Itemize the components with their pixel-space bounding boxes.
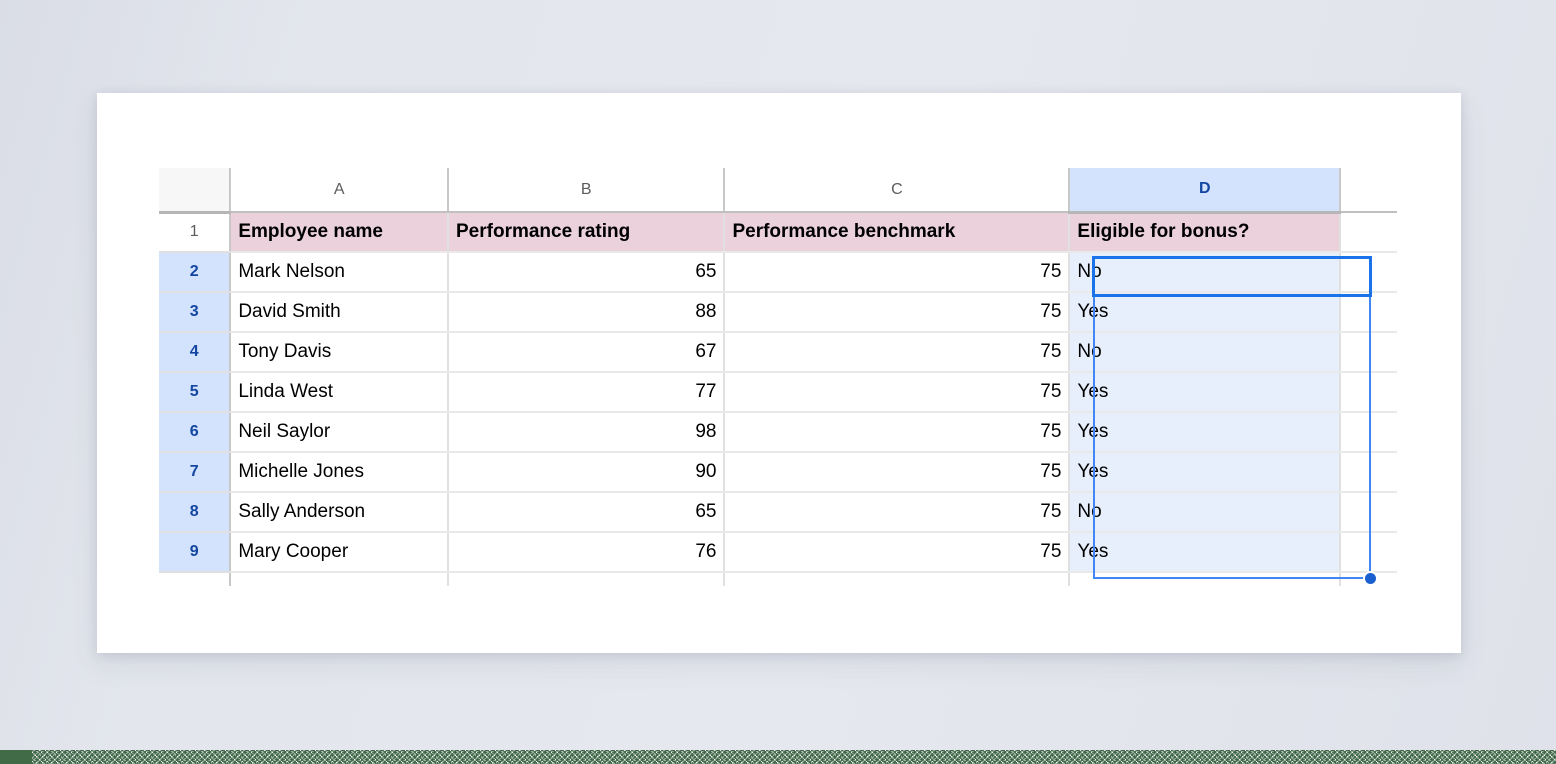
cell-e9[interactable] [1340,532,1397,573]
column-header-row: A B C D [159,168,1397,214]
row-header-4[interactable]: 4 [159,332,232,373]
spreadsheet-table: A B C D 1 Employee name Performance rati… [159,168,1397,586]
table-row: 7 Michelle Jones 90 75 Yes [159,452,1397,493]
table-row-partial [159,572,1397,586]
cell-a9[interactable]: Mary Cooper [230,532,449,573]
column-header-d[interactable]: D [1069,168,1342,214]
cell-b1[interactable]: Performance rating [448,212,726,253]
cell-c10[interactable] [724,572,1071,586]
row-header-3[interactable]: 3 [159,292,232,333]
cell-e1[interactable] [1340,212,1397,253]
table-row: 3 David Smith 88 75 Yes [159,292,1397,333]
cell-c4[interactable]: 75 [724,332,1071,373]
cell-b3[interactable]: 88 [448,292,726,333]
cell-a5[interactable]: Linda West [230,372,449,413]
cell-e5[interactable] [1340,372,1397,413]
cell-a7[interactable]: Michelle Jones [230,452,449,493]
cell-c8[interactable]: 75 [724,492,1071,533]
row-header-10[interactable] [159,572,232,586]
table-row: 9 Mary Cooper 76 75 Yes [159,532,1397,573]
cell-c6[interactable]: 75 [724,412,1071,453]
table-row: 8 Sally Anderson 65 75 No [159,492,1397,533]
cell-c1[interactable]: Performance benchmark [724,212,1071,253]
cell-d4[interactable]: No [1069,332,1342,373]
cell-e8[interactable] [1340,492,1397,533]
spreadsheet-body: 1 Employee name Performance rating Perfo… [159,212,1397,586]
cell-c3[interactable]: 75 [724,292,1071,333]
row-header-7[interactable]: 7 [159,452,232,493]
bottom-accent-block [0,750,32,764]
cell-e2[interactable] [1340,252,1397,293]
cell-d7[interactable]: Yes [1069,452,1342,493]
cell-d5[interactable]: Yes [1069,372,1342,413]
cell-c5[interactable]: 75 [724,372,1071,413]
cell-d8[interactable]: No [1069,492,1342,533]
cell-a2[interactable]: Mark Nelson [230,252,449,293]
cell-c7[interactable]: 75 [724,452,1071,493]
cell-b5[interactable]: 77 [448,372,726,413]
column-header-c[interactable]: C [724,168,1071,213]
column-header-e[interactable] [1340,168,1397,213]
cell-e6[interactable] [1340,412,1397,453]
cell-b7[interactable]: 90 [448,452,726,493]
table-row: 4 Tony Davis 67 75 No [159,332,1397,373]
document-card: A B C D 1 Employee name Performance rati… [97,93,1461,653]
cell-d2[interactable]: No [1069,252,1342,293]
cell-a8[interactable]: Sally Anderson [230,492,449,533]
cell-b8[interactable]: 65 [448,492,726,533]
cell-d1[interactable]: Eligible for bonus? [1069,212,1342,253]
row-header-8[interactable]: 8 [159,492,232,533]
cell-d10[interactable] [1069,572,1342,586]
bottom-accent-strip [0,750,1556,764]
cell-e7[interactable] [1340,452,1397,493]
cell-b9[interactable]: 76 [448,532,726,573]
cell-b10[interactable] [448,572,726,586]
row-header-2[interactable]: 2 [159,252,232,293]
cell-c2[interactable]: 75 [724,252,1071,293]
row-header-6[interactable]: 6 [159,412,232,453]
spreadsheet-grid[interactable]: A B C D 1 Employee name Performance rati… [159,168,1397,592]
cell-b4[interactable]: 67 [448,332,726,373]
cell-a6[interactable]: Neil Saylor [230,412,449,453]
row-header-9[interactable]: 9 [159,532,232,573]
cell-e4[interactable] [1340,332,1397,373]
cell-c9[interactable]: 75 [724,532,1071,573]
fill-handle[interactable] [1363,571,1378,586]
cell-a4[interactable]: Tony Davis [230,332,449,373]
cell-e3[interactable] [1340,292,1397,333]
select-all-corner[interactable] [159,168,232,214]
row-header-1[interactable]: 1 [159,212,232,253]
table-row: 1 Employee name Performance rating Perfo… [159,212,1397,253]
cell-b6[interactable]: 98 [448,412,726,453]
table-row: 5 Linda West 77 75 Yes [159,372,1397,413]
cell-a10[interactable] [230,572,449,586]
cell-a1[interactable]: Employee name [230,212,449,253]
cell-d9[interactable]: Yes [1069,532,1342,573]
cell-d3[interactable]: Yes [1069,292,1342,333]
column-header-a[interactable]: A [230,168,449,213]
table-row: 2 Mark Nelson 65 75 No [159,252,1397,293]
cell-a3[interactable]: David Smith [230,292,449,333]
row-header-5[interactable]: 5 [159,372,232,413]
column-header-b[interactable]: B [448,168,726,213]
cell-b2[interactable]: 65 [448,252,726,293]
table-row: 6 Neil Saylor 98 75 Yes [159,412,1397,453]
cell-d6[interactable]: Yes [1069,412,1342,453]
